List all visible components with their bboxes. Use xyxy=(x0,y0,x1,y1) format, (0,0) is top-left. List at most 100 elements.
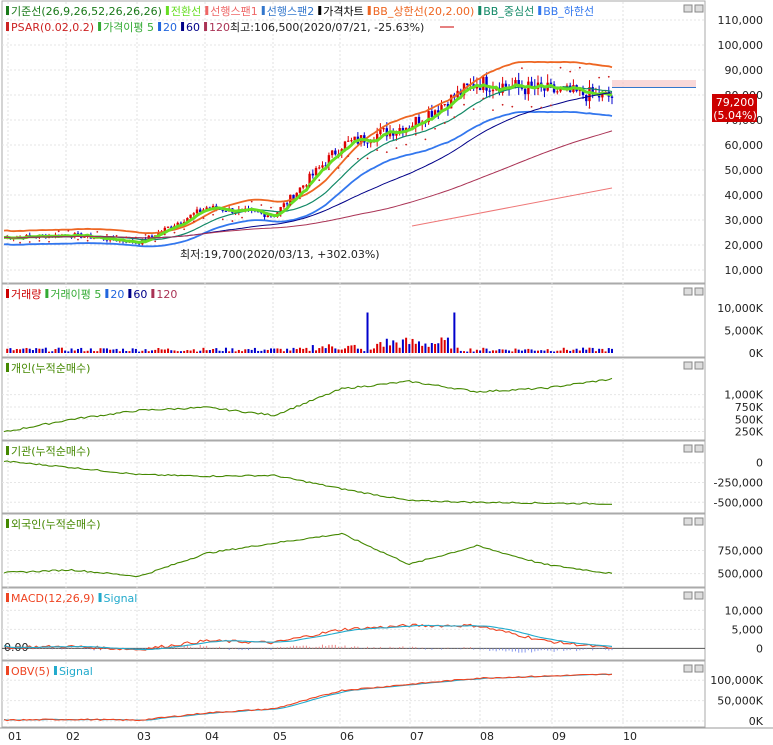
minimize-icon[interactable] xyxy=(683,361,693,370)
volume-bar xyxy=(427,346,430,353)
minimize-icon[interactable] xyxy=(683,664,693,673)
x-axis-month-label: 03 xyxy=(137,730,151,743)
psar-dot xyxy=(607,75,610,78)
volume-bar xyxy=(572,349,575,353)
volume-bar xyxy=(202,347,205,353)
volume-bar xyxy=(582,347,585,353)
price-candle xyxy=(485,76,488,91)
price-legend-item: 선행스팬2 xyxy=(267,5,314,18)
volume-bar xyxy=(289,350,292,353)
psar-dot xyxy=(241,216,243,219)
volume-bar xyxy=(176,351,179,353)
price-candle xyxy=(466,83,469,85)
psar-dot xyxy=(376,149,379,152)
price-legend-item: BB_중심선 xyxy=(483,5,534,18)
close-icon[interactable] xyxy=(694,591,704,600)
volume-bar xyxy=(530,349,533,353)
psar-dot xyxy=(578,66,581,69)
volume-bar xyxy=(475,349,478,353)
volume-bar xyxy=(144,349,147,353)
legend-swatch xyxy=(6,6,9,15)
minimize-icon[interactable] xyxy=(683,4,693,13)
current-price: 79,200 xyxy=(716,96,755,109)
volume-bar xyxy=(569,350,572,353)
volume-bar xyxy=(73,350,76,353)
psar-dot xyxy=(414,133,417,136)
volume-bar xyxy=(379,342,382,353)
close-icon[interactable] xyxy=(694,444,704,453)
close-icon[interactable] xyxy=(694,287,704,296)
volume-bar xyxy=(12,350,15,353)
volume-bar xyxy=(263,349,266,353)
legend-swatch xyxy=(151,289,155,298)
psar-dot xyxy=(38,239,41,242)
psar-dot xyxy=(453,116,456,119)
volume-bar xyxy=(22,348,25,353)
psar-dot xyxy=(144,233,147,236)
volume-bar xyxy=(208,350,211,353)
volume-bar xyxy=(150,350,153,353)
volume-y-tick: 5,000K xyxy=(724,325,763,338)
volume-bar xyxy=(31,350,34,353)
legend-swatch xyxy=(6,446,9,455)
psar-dot xyxy=(125,236,128,239)
volume-bar xyxy=(372,348,375,353)
volume-bar xyxy=(511,351,514,353)
volume-bar xyxy=(186,350,189,353)
volume-bar xyxy=(466,351,469,353)
volume-bar xyxy=(215,348,218,353)
volume-bar xyxy=(125,351,128,353)
psar-dot xyxy=(57,230,60,233)
obv-y-tick: 100,000K xyxy=(710,674,763,687)
volume-bar xyxy=(122,348,125,353)
volume-bar xyxy=(93,351,96,353)
price-candle xyxy=(353,136,356,141)
volume-bar xyxy=(382,346,385,353)
price-candle xyxy=(556,91,559,93)
stock-chart: 110,000100,00090,00080,00070,00060,00050… xyxy=(0,0,773,745)
minimize-icon[interactable] xyxy=(683,591,693,600)
volume-bar xyxy=(205,350,208,353)
minimize-icon[interactable] xyxy=(683,444,693,453)
volume-bar xyxy=(446,337,449,353)
volume-bar xyxy=(524,349,527,353)
volume-bar xyxy=(138,351,141,353)
volume-bar xyxy=(350,345,353,353)
close-icon[interactable] xyxy=(694,361,704,370)
legend-swatch xyxy=(128,289,132,298)
volume-bar xyxy=(189,350,192,353)
volume-bar xyxy=(556,350,559,353)
psar-dot xyxy=(511,105,514,108)
minimize-icon[interactable] xyxy=(683,287,693,296)
volume-bar xyxy=(141,350,144,353)
volume-bar xyxy=(405,337,408,353)
close-icon[interactable] xyxy=(694,4,704,13)
volume-bar xyxy=(170,350,173,353)
psar-dot xyxy=(347,155,350,158)
volume-bar xyxy=(417,341,420,353)
volume-bar xyxy=(463,351,466,353)
close-icon[interactable] xyxy=(694,664,704,673)
volume-bar xyxy=(501,349,504,353)
legend-swatch xyxy=(261,6,265,15)
psar-dot xyxy=(28,241,31,243)
price-candle xyxy=(347,140,350,142)
individual-y-tick: 750K xyxy=(735,401,764,414)
close-icon[interactable] xyxy=(694,517,704,526)
volume-bar xyxy=(385,338,388,353)
x-axis-month-label: 06 xyxy=(340,730,354,743)
institution-y-tick: -250,000 xyxy=(714,477,763,490)
volume-bar xyxy=(601,348,604,353)
minimize-icon[interactable] xyxy=(683,517,693,526)
volume-bar xyxy=(527,348,530,353)
macd-legend-item: Signal xyxy=(104,592,138,605)
legend-swatch xyxy=(6,289,9,298)
background xyxy=(0,0,773,745)
price-candle xyxy=(224,210,228,212)
volume-bar xyxy=(504,349,507,353)
price-y-tick: 10,000 xyxy=(725,264,764,277)
volume-bar xyxy=(44,347,47,353)
volume-bar xyxy=(498,349,501,353)
price-candle xyxy=(282,203,286,208)
price-candle xyxy=(314,167,318,176)
